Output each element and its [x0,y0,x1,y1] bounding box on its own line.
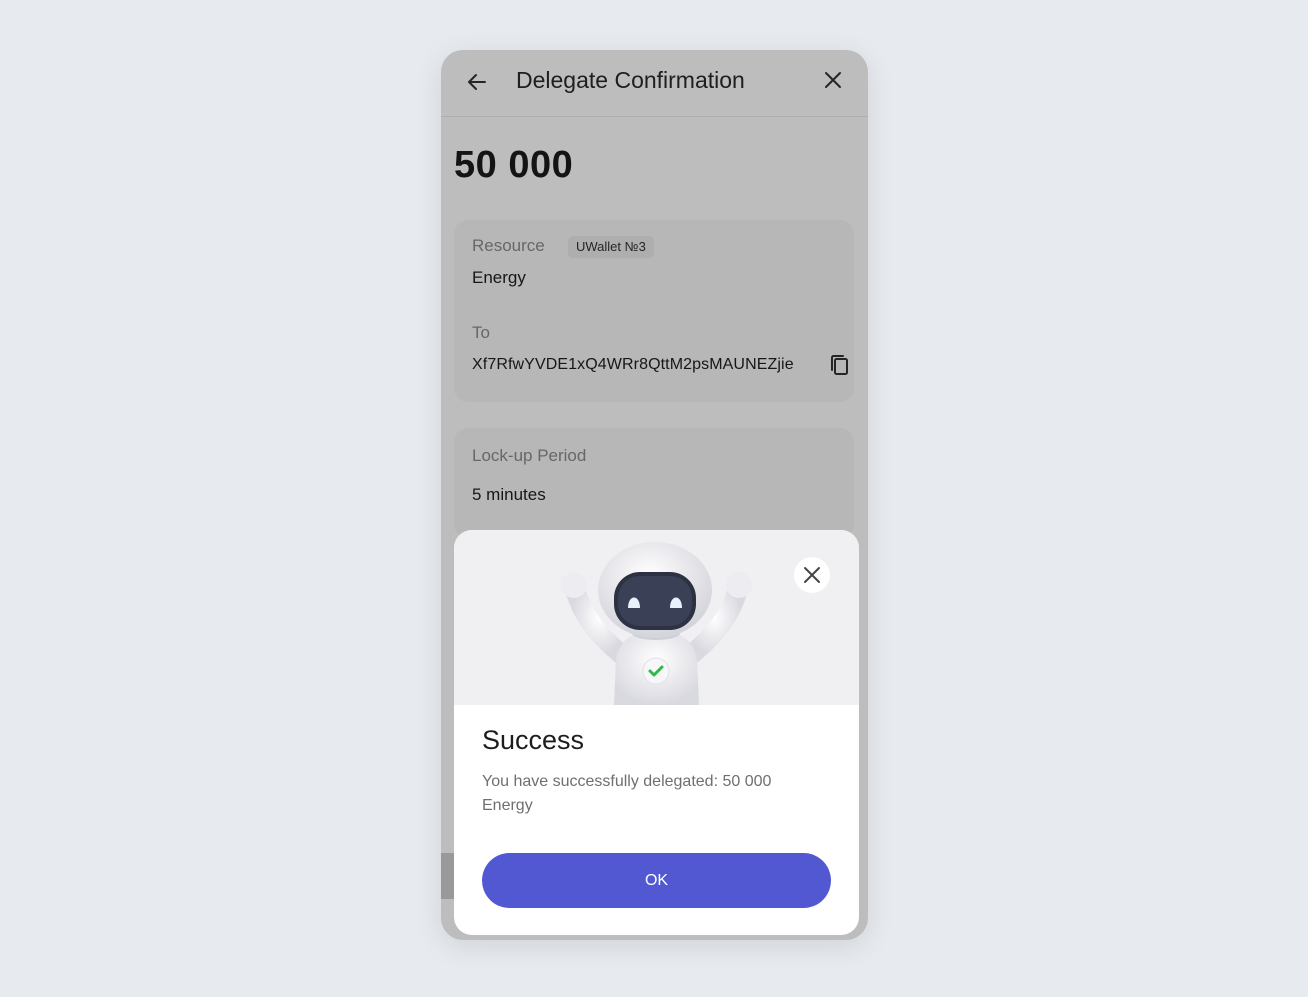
success-message: You have successfully delegated: 50 000 … [482,773,772,814]
close-icon [804,567,820,583]
phone-screen: Delegate Confirmation 50 000 Resource UW… [441,50,868,940]
robot-illustration [561,542,752,705]
ok-button[interactable]: OK [482,853,831,908]
robot-success-illustration [454,530,859,705]
success-title: Success [482,725,585,755]
success-modal: Success You have successfully delegated:… [454,530,859,935]
modal-close-button[interactable] [794,557,830,593]
